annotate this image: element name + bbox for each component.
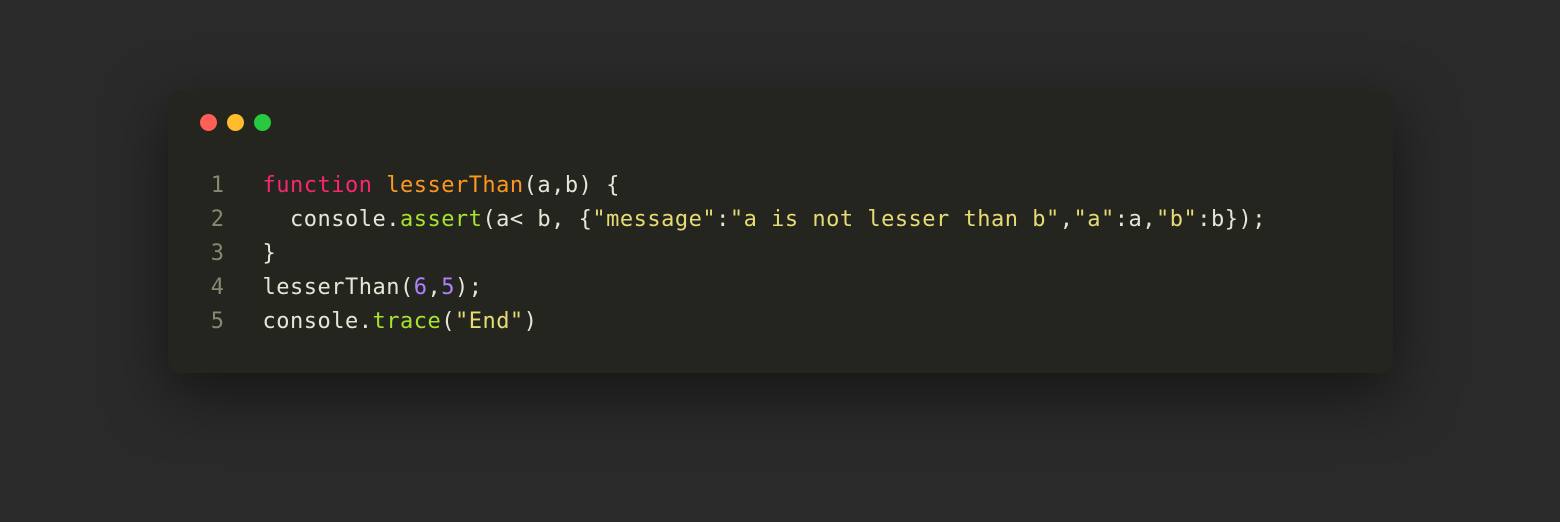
code-token: function [263,173,373,198]
code-token: , [427,275,441,300]
traffic-lights [200,114,1363,131]
code-token: (a,b) { [524,173,620,198]
minimize-icon[interactable] [227,114,244,131]
code-token: ) [524,309,538,334]
line-number: 5 [198,305,263,339]
code-content: console.trace("End") [263,305,538,339]
close-icon[interactable] [200,114,217,131]
code-window: 1function lesserThan(a,b) {2 console.ass… [168,90,1393,373]
code-token: :b}); [1197,207,1266,232]
code-token [372,173,386,198]
code-token: console. [263,309,373,334]
line-number: 4 [198,271,263,305]
code-token: ); [455,275,483,300]
code-line: 5console.trace("End") [198,305,1363,339]
code-token: ( [441,309,455,334]
code-token: (a< b, { [482,207,592,232]
code-line: 2 console.assert(a< b, {"message":"a is … [198,203,1363,237]
code-token: assert [400,207,482,232]
code-token: } [263,241,277,266]
code-token: "b" [1156,207,1197,232]
code-token: trace [372,309,441,334]
code-content: console.assert(a< b, {"message":"a is no… [263,203,1267,237]
code-token: :a, [1115,207,1156,232]
line-number: 3 [198,237,263,271]
code-line: 1function lesserThan(a,b) { [198,169,1363,203]
code-content: function lesserThan(a,b) { [263,169,620,203]
code-token: : [716,207,730,232]
code-token: "message" [592,207,716,232]
code-token: lesserThan( [263,275,414,300]
code-content: lesserThan(6,5); [263,271,483,305]
line-number: 1 [198,169,263,203]
code-token: console. [263,207,400,232]
line-number: 2 [198,203,263,237]
code-token: "End" [455,309,524,334]
code-token: , [1060,207,1074,232]
code-token: 6 [414,275,428,300]
code-line: 4lesserThan(6,5); [198,271,1363,305]
code-token: "a" [1074,207,1115,232]
maximize-icon[interactable] [254,114,271,131]
code-line: 3} [198,237,1363,271]
code-token: "a is not lesser than b" [730,207,1060,232]
code-token: 5 [441,275,455,300]
code-content: } [263,237,277,271]
code-token: lesserThan [386,173,523,198]
code-block: 1function lesserThan(a,b) {2 console.ass… [198,169,1363,339]
